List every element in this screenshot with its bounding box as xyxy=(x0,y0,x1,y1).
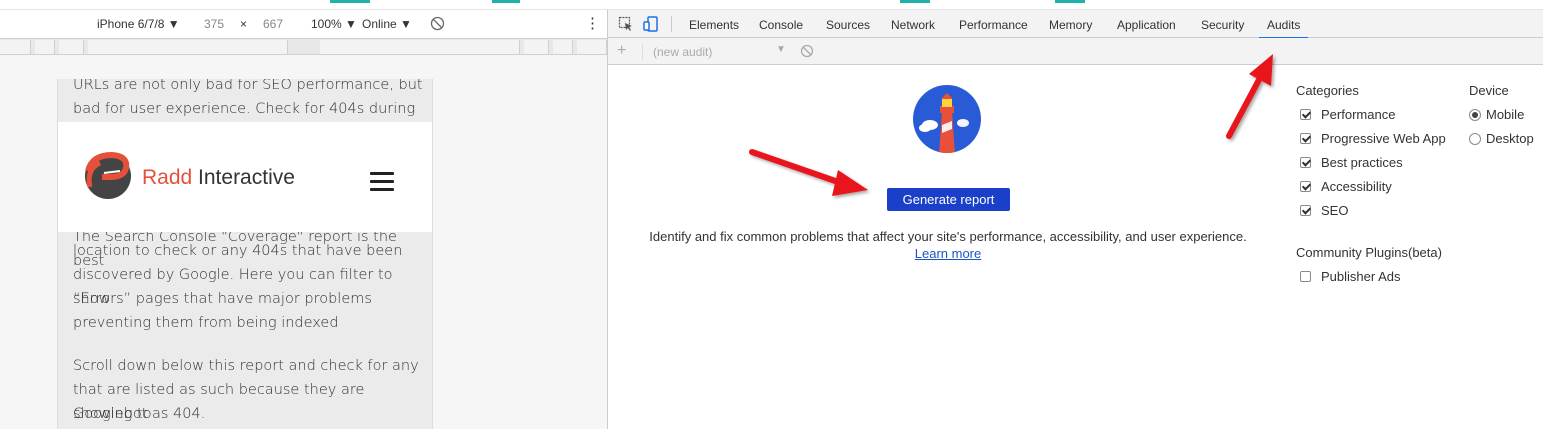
audit-description: Identify and fix common problems that af… xyxy=(649,229,1247,261)
checkbox[interactable] xyxy=(1300,157,1311,168)
tab-audits[interactable]: Audits xyxy=(1258,10,1309,39)
plugins-heading: Community Plugins(beta) xyxy=(1296,245,1442,260)
tab-application[interactable]: Application xyxy=(1117,10,1176,38)
category-accessibility[interactable]: Accessibility xyxy=(1300,179,1392,194)
category-seo[interactable]: SEO xyxy=(1300,203,1348,218)
learn-more-link[interactable]: Learn more xyxy=(915,246,981,261)
plugin-publisher-ads[interactable]: Publisher Ads xyxy=(1300,269,1401,284)
audits-toolbar: + (new audit) ▼ xyxy=(608,38,1543,65)
category-best-practices[interactable]: Best practices xyxy=(1300,155,1403,170)
checkbox[interactable] xyxy=(1300,271,1311,282)
clear-icon[interactable] xyxy=(800,44,814,58)
checkbox[interactable] xyxy=(1300,205,1311,216)
body-text: “Errors” pages that have major problems xyxy=(73,291,372,307)
generate-report-button[interactable]: Generate report xyxy=(887,188,1010,211)
top-strip xyxy=(0,0,1543,10)
devtools-pane: Elements Console Sources Network Perform… xyxy=(608,10,1543,429)
body-text: location to check or any 404s that have … xyxy=(73,243,403,259)
brand-name[interactable]: Radd Interactive xyxy=(142,166,295,190)
tab-elements[interactable]: Elements xyxy=(689,10,739,38)
dimension-separator: × xyxy=(240,17,248,31)
radio[interactable] xyxy=(1469,108,1481,121)
inspect-element-icon[interactable] xyxy=(618,16,634,32)
width-field[interactable]: 375 xyxy=(204,17,224,31)
tab-console[interactable]: Console xyxy=(759,10,803,38)
category-pwa[interactable]: Progressive Web App xyxy=(1300,131,1446,146)
rotate-icon[interactable] xyxy=(430,16,445,34)
checkbox[interactable] xyxy=(1300,181,1311,192)
site-header: Radd Interactive xyxy=(58,122,432,232)
category-performance[interactable]: Performance xyxy=(1300,107,1395,122)
device-heading: Device xyxy=(1469,83,1509,98)
menu-icon[interactable] xyxy=(370,172,394,192)
media-query-ruler[interactable] xyxy=(0,38,607,55)
tab-memory[interactable]: Memory xyxy=(1049,10,1092,38)
chevron-down-icon[interactable]: ▼ xyxy=(776,44,786,55)
device-mobile[interactable]: Mobile xyxy=(1469,107,1524,122)
add-audit-button[interactable]: + xyxy=(617,42,626,60)
radio[interactable] xyxy=(1469,132,1481,145)
phone-viewport[interactable]: URLs are not only bad for SEO performanc… xyxy=(57,79,433,429)
tab-network[interactable]: Network xyxy=(891,10,935,38)
categories-heading: Categories xyxy=(1296,83,1359,98)
radd-logo-icon[interactable] xyxy=(82,149,134,201)
audit-select[interactable]: (new audit) xyxy=(642,44,792,60)
tab-security[interactable]: Security xyxy=(1201,10,1244,38)
body-text: Googlebot as 404. xyxy=(73,406,206,422)
height-field[interactable]: 667 xyxy=(263,17,283,31)
device-select[interactable]: iPhone 6/7/8 ▼ xyxy=(97,17,180,31)
body-text: preventing them from being indexed xyxy=(73,315,339,331)
devtools-tabbar: Elements Console Sources Network Perform… xyxy=(608,10,1543,39)
body-text: bad for user experience. Check for 404s … xyxy=(73,101,416,117)
more-options-icon[interactable]: ⋮ xyxy=(585,14,600,32)
body-text: Scroll down below this report and check … xyxy=(73,358,419,374)
device-toolbar: iPhone 6/7/8 ▼ 375 × 667 100% ▼ Online ▼… xyxy=(0,10,607,38)
tab-performance[interactable]: Performance xyxy=(959,10,1028,38)
device-pane: iPhone 6/7/8 ▼ 375 × 667 100% ▼ Online ▼… xyxy=(0,10,608,429)
tab-sources[interactable]: Sources xyxy=(826,10,870,38)
checkbox[interactable] xyxy=(1300,133,1311,144)
zoom-select[interactable]: 100% ▼ xyxy=(311,17,357,31)
device-toggle-icon[interactable] xyxy=(643,16,659,32)
checkbox[interactable] xyxy=(1300,109,1311,120)
lighthouse-logo-icon xyxy=(913,85,981,153)
network-select[interactable]: Online ▼ xyxy=(362,17,412,31)
device-desktop[interactable]: Desktop xyxy=(1469,131,1534,146)
screen: iPhone 6/7/8 ▼ 375 × 667 100% ▼ Online ▼… xyxy=(0,0,1543,429)
body-text: URLs are not only bad for SEO performanc… xyxy=(73,79,423,93)
